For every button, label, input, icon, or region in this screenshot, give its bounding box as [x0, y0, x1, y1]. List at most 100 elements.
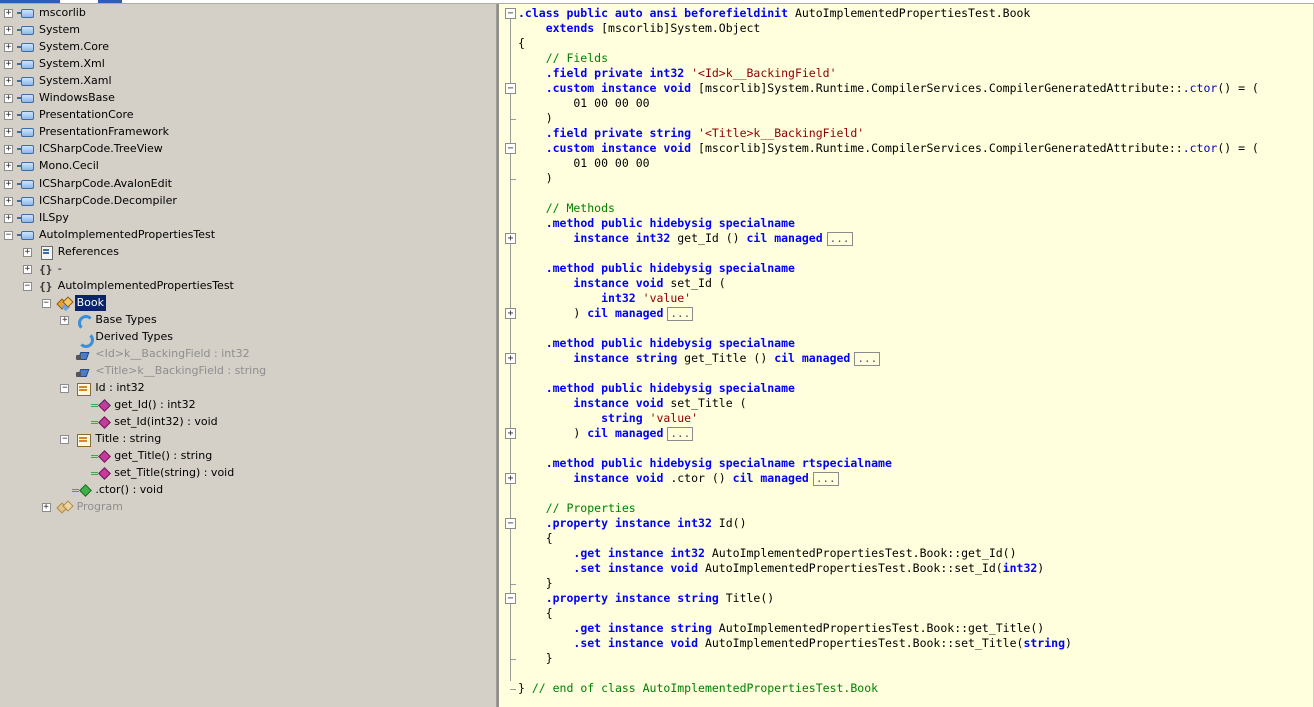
il-code-editor[interactable]: .class public auto ansi beforefieldinit …: [497, 0, 1313, 707]
code-line[interactable]: .method public hidebysig specialname: [518, 381, 795, 396]
code-line[interactable]: 01 00 00 00: [518, 156, 649, 171]
collapse-toggle-icon[interactable]: −: [22, 281, 32, 291]
code-line[interactable]: .get instance int32 AutoImplementedPrope…: [518, 546, 1016, 561]
tree-item[interactable]: Derived Types: [0, 329, 496, 348]
code-line[interactable]: .property instance int32 Id(): [518, 516, 747, 531]
tree-item[interactable]: + ICSharpCode.AvalonEdit: [0, 176, 496, 193]
collapsed-block-marker[interactable]: ...: [667, 426, 694, 441]
expand-toggle-icon[interactable]: +: [4, 179, 13, 189]
expand-toggle-icon[interactable]: +: [4, 94, 13, 104]
code-line[interactable]: // Fields: [518, 51, 608, 66]
expand-toggle-icon[interactable]: +: [60, 315, 70, 325]
code-line[interactable]: .method public hidebysig specialname rts…: [518, 456, 892, 471]
tree-item[interactable]: get_Title() : string: [0, 448, 496, 465]
expand-toggle-icon[interactable]: +: [22, 247, 32, 257]
expand-toggle-icon[interactable]: +: [4, 26, 13, 36]
expand-toggle-icon[interactable]: +: [4, 111, 13, 121]
code-line[interactable]: extends [mscorlib]System.Object: [518, 21, 761, 36]
code-line[interactable]: ): [518, 111, 553, 126]
expand-toggle-icon[interactable]: +: [4, 128, 13, 138]
code-line[interactable]: }: [518, 576, 553, 591]
collapsed-block-marker[interactable]: ...: [854, 351, 881, 366]
fold-expand-icon[interactable]: +: [505, 427, 516, 439]
tree-item[interactable]: + PresentationCore: [0, 107, 496, 124]
code-line[interactable]: .method public hidebysig specialname: [518, 336, 795, 351]
expand-toggle-icon[interactable]: +: [4, 145, 13, 155]
code-line[interactable]: .field private string '<Title>k__Backing…: [518, 126, 865, 141]
assembly-tree-view[interactable]: + mscorlib + System + System.Core + System.Xml +…: [0, 0, 497, 707]
tree-item[interactable]: + Base Types: [0, 312, 496, 331]
code-line[interactable]: .custom instance void [mscorlib]System.R…: [518, 81, 1259, 96]
code-line[interactable]: instance string get_Title () cil managed…: [518, 351, 881, 366]
code-line[interactable]: .property instance string Title(): [518, 591, 774, 606]
tree-item[interactable]: + {} -: [0, 261, 496, 278]
code-line[interactable]: {: [518, 531, 553, 546]
expand-toggle-icon[interactable]: +: [4, 196, 13, 206]
expand-toggle-icon[interactable]: +: [4, 77, 13, 87]
expand-toggle-icon[interactable]: +: [41, 503, 51, 513]
expand-toggle-icon[interactable]: +: [4, 60, 13, 70]
tree-item[interactable]: + System: [0, 22, 496, 39]
tree-item[interactable]: set_Id(int32) : void: [0, 414, 496, 431]
code-line[interactable]: .get instance string AutoImplementedProp…: [518, 621, 1044, 636]
code-line[interactable]: .method public hidebysig specialname: [518, 261, 795, 276]
fold-expand-icon[interactable]: +: [505, 352, 516, 364]
expand-toggle-icon[interactable]: +: [22, 264, 32, 274]
collapse-toggle-icon[interactable]: −: [4, 230, 13, 240]
fold-collapse-icon[interactable]: −: [505, 82, 516, 94]
code-line[interactable]: } // end of class AutoImplementedPropert…: [518, 681, 878, 696]
tree-item[interactable]: + WindowsBase: [0, 90, 496, 107]
collapsed-block-marker[interactable]: ...: [812, 471, 839, 486]
tree-item[interactable]: + System.Xml: [0, 56, 496, 73]
collapsed-block-marker[interactable]: ...: [667, 306, 694, 321]
collapsed-block-marker[interactable]: ...: [826, 231, 853, 246]
fold-expand-icon[interactable]: +: [505, 232, 516, 244]
code-line[interactable]: string 'value': [518, 411, 698, 426]
fold-collapse-icon[interactable]: −: [505, 142, 516, 154]
code-line[interactable]: 01 00 00 00: [518, 96, 649, 111]
code-line[interactable]: .set instance void AutoImplementedProper…: [518, 636, 1072, 651]
tree-item[interactable]: .ctor() : void: [0, 482, 496, 499]
tree-item[interactable]: + System.Xaml: [0, 73, 496, 90]
code-line[interactable]: instance void set_Title (: [518, 396, 746, 411]
tree-item[interactable]: −{} AutoImplementedPropertiesTest: [0, 278, 496, 295]
tree-item[interactable]: <Title>k__BackingField : string: [0, 363, 496, 380]
tree-item[interactable]: − AutoImplementedPropertiesTest: [0, 227, 496, 244]
code-line[interactable]: instance void set_Id (: [518, 276, 725, 291]
code-line[interactable]: instance void .ctor () cil managed...: [518, 471, 839, 486]
code-line[interactable]: // Methods: [518, 201, 615, 216]
fold-collapse-icon[interactable]: −: [505, 517, 516, 529]
fold-collapse-icon[interactable]: −: [505, 592, 516, 604]
tree-item[interactable]: − Title : string: [0, 431, 496, 448]
code-line[interactable]: .custom instance void [mscorlib]System.R…: [518, 141, 1259, 156]
tree-item[interactable]: + References: [0, 244, 496, 261]
fold-collapse-icon[interactable]: −: [505, 7, 516, 19]
tree-item[interactable]: + ICSharpCode.TreeView: [0, 141, 496, 158]
code-line[interactable]: // Properties: [518, 501, 636, 516]
code-line[interactable]: ) cil managed...: [518, 306, 694, 321]
expand-toggle-icon[interactable]: +: [4, 43, 13, 53]
collapse-toggle-icon[interactable]: −: [60, 435, 70, 445]
code-line[interactable]: ) cil managed...: [518, 426, 694, 441]
expand-toggle-icon[interactable]: +: [4, 9, 13, 18]
code-line[interactable]: .set instance void AutoImplementedProper…: [518, 561, 1044, 576]
tree-item[interactable]: + Mono.Cecil: [0, 158, 496, 175]
code-line[interactable]: {: [518, 606, 553, 621]
tree-item[interactable]: + ICSharpCode.Decompiler: [0, 193, 496, 210]
code-line[interactable]: int32 'value': [518, 291, 691, 306]
code-line[interactable]: .field private int32 '<Id>k__BackingFiel…: [518, 66, 837, 81]
code-line[interactable]: .method public hidebysig specialname: [518, 216, 795, 231]
tree-item[interactable]: set_Title(string) : void: [0, 465, 496, 482]
tree-item[interactable]: − Book: [0, 294, 496, 312]
tree-item[interactable]: + mscorlib: [0, 5, 496, 22]
collapse-toggle-icon[interactable]: −: [41, 298, 51, 308]
tree-item[interactable]: get_Id() : int32: [0, 397, 496, 414]
code-line[interactable]: instance int32 get_Id () cil managed...: [518, 231, 853, 246]
tree-item[interactable]: − Id : int32: [0, 380, 496, 397]
tree-item[interactable]: + ILSpy: [0, 210, 496, 227]
tree-item[interactable]: <Id>k__BackingField : int32: [0, 346, 496, 363]
expand-toggle-icon[interactable]: +: [4, 213, 13, 223]
fold-expand-icon[interactable]: +: [505, 307, 516, 319]
fold-expand-icon[interactable]: +: [505, 472, 516, 484]
tree-item[interactable]: + System.Core: [0, 39, 496, 56]
